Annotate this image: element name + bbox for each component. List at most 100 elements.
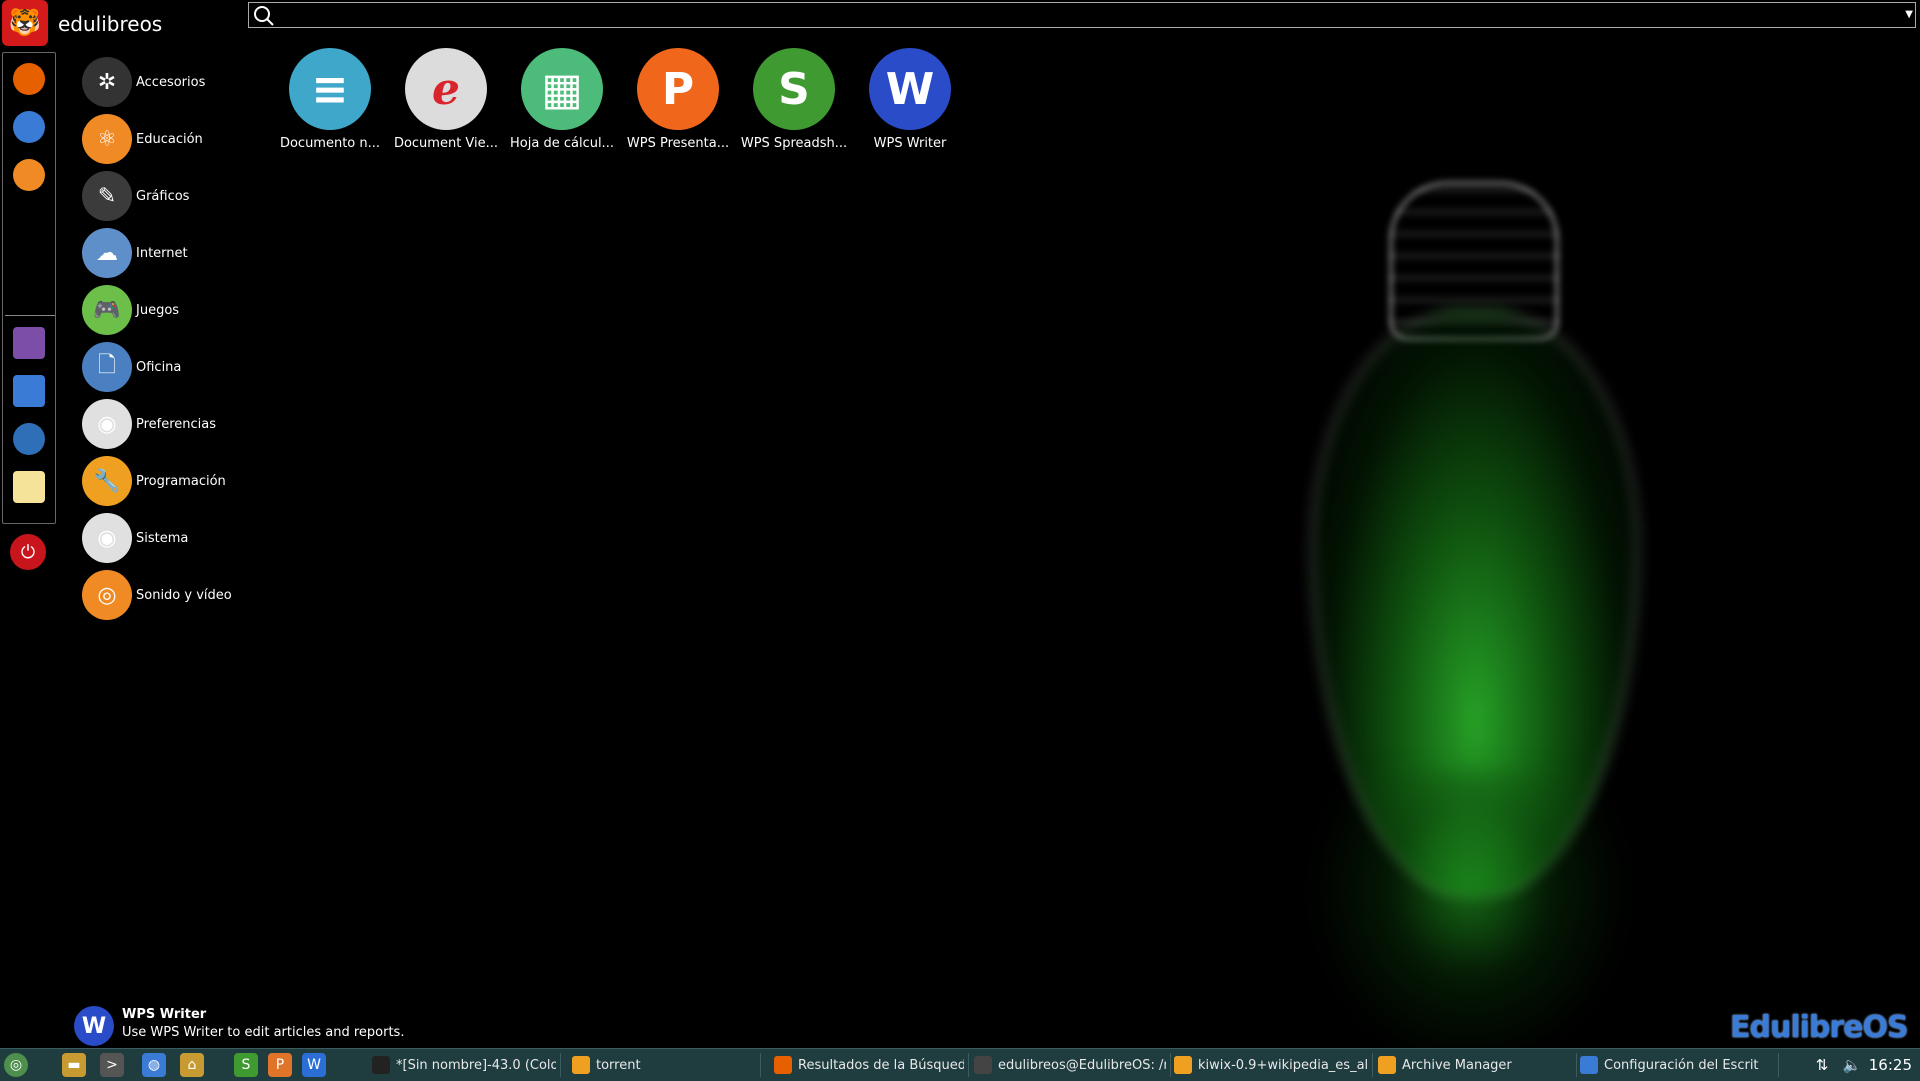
category-label: Oficina [136, 359, 182, 375]
category-item[interactable]: ◎ Sonido y vídeo [82, 569, 232, 621]
taskbar-task[interactable]: Resultados de la Búsqued [768, 1051, 964, 1079]
wps-presentation-icon: P [637, 48, 719, 130]
category-item[interactable]: ◉ Sistema [82, 512, 188, 564]
app-label: WPS Writer [873, 136, 947, 151]
taskbar-separator [560, 1053, 561, 1077]
sound-video-icon: ◎ [82, 570, 132, 620]
app-launcher[interactable]: P WPS Presenta... [623, 48, 733, 151]
system-icon: ◉ [82, 513, 132, 563]
category-item[interactable]: 🔧 Programación [82, 455, 226, 507]
desktop-icon[interactable] [13, 375, 45, 407]
distro-logo-icon[interactable]: 🐯 [2, 0, 48, 46]
taskbar-task[interactable]: *[Sin nombre]-43.0 (Color [366, 1051, 556, 1079]
volume-icon[interactable]: 🔈 [1840, 1053, 1864, 1077]
web-browser-icon[interactable]: ◍ [142, 1053, 166, 1077]
start-menu-icon[interactable]: ◎ [4, 1053, 28, 1077]
vlc-icon[interactable] [13, 159, 45, 191]
app-description-text: Use WPS Writer to edit articles and repo… [122, 1025, 405, 1040]
home-folder-icon[interactable]: ⌂ [180, 1053, 204, 1077]
app-launcher[interactable]: W WPS Writer [855, 48, 965, 151]
category-label: Educación [136, 131, 203, 147]
wallpaper-bulb [1270, 160, 1670, 1070]
category-label: Preferencias [136, 416, 217, 432]
category-label: Accesorios [136, 74, 206, 90]
taskbar-task-label: Configuración del Escrit [1604, 1057, 1759, 1073]
category-item[interactable]: ⚛ Educación [82, 113, 203, 165]
wps-spreadsheet-icon: S [753, 48, 835, 130]
text-editor-icon[interactable] [13, 471, 45, 503]
search-bar[interactable]: ▼ [248, 2, 1916, 28]
user-name: edulibreos [58, 12, 163, 36]
network-icon[interactable]: ⇅ [1810, 1053, 1834, 1077]
folder-task-icon [572, 1056, 590, 1074]
app-launcher[interactable]: ≡ Documento n... [275, 48, 385, 151]
app-label: Document Vie... [393, 136, 499, 151]
taskbar-separator [1778, 1053, 1779, 1077]
taskbar-separator [760, 1053, 761, 1077]
firefox-task-icon [774, 1056, 792, 1074]
category-label: Juegos [136, 302, 180, 318]
app-label: Documento n... [279, 136, 381, 151]
power-icon[interactable]: ⏻ [10, 534, 46, 570]
files-icon[interactable]: ▬ [62, 1053, 86, 1077]
category-item[interactable]: ☁ Internet [82, 227, 188, 279]
archive-manager-task-icon [1378, 1056, 1396, 1074]
spreadsheet-icon: ▦ [521, 48, 603, 130]
internet-icon: ☁ [82, 228, 132, 278]
search-icon [253, 5, 275, 31]
archive-task-icon [1174, 1056, 1192, 1074]
taskbar-task-label: kiwix-0.9+wikipedia_es_al [1198, 1057, 1368, 1073]
app-label: WPS Presenta... [626, 136, 730, 151]
search-input[interactable] [281, 3, 1865, 27]
wps-presentation-launcher-icon[interactable]: P [268, 1053, 292, 1077]
favorites-panel [2, 52, 56, 524]
graphics-icon: ✎ [82, 171, 132, 221]
clock[interactable]: 16:25 [1869, 1056, 1912, 1074]
wps-writer-launcher-icon[interactable]: W [302, 1053, 326, 1077]
wps-writer-description-icon: W [74, 1006, 114, 1046]
app-description-title: WPS Writer [122, 1007, 207, 1022]
wps-writer-icon: W [869, 48, 951, 130]
taskbar-task-label: Archive Manager [1402, 1057, 1512, 1073]
taskbar-task[interactable]: kiwix-0.9+wikipedia_es_al [1168, 1051, 1368, 1079]
preferences-icon: ◉ [82, 399, 132, 449]
app-launcher[interactable]: S WPS Spreadsh... [739, 48, 849, 151]
brand-logo: EdulibreOS [1730, 1010, 1909, 1045]
app-label: Hoja de cálcul... [510, 136, 614, 151]
app-label: WPS Spreadsh... [740, 136, 848, 151]
taskbar-task[interactable]: torrent [566, 1051, 756, 1079]
taskbar-task[interactable]: edulibreos@EdulibreOS: /n [968, 1051, 1166, 1079]
document-icon: ≡ [289, 48, 371, 130]
terminal-task-icon [974, 1056, 992, 1074]
taskbar-task-label: torrent [596, 1057, 641, 1073]
category-label: Internet [136, 245, 188, 261]
gimp-task-icon [372, 1056, 390, 1074]
programming-icon: 🔧 [82, 456, 132, 506]
firefox-icon[interactable] [13, 63, 45, 95]
category-item[interactable]: ✲ Accesorios [82, 56, 205, 108]
category-item[interactable]: 🗋 Oficina [82, 341, 181, 393]
education-icon: ⚛ [82, 114, 132, 164]
app-launcher[interactable]: e Document Vie... [391, 48, 501, 151]
category-item[interactable]: 🎮 Juegos [82, 284, 179, 336]
category-item[interactable]: ✎ Gráficos [82, 170, 189, 222]
taskbar-task-label: edulibreos@EdulibreOS: /n [998, 1057, 1166, 1073]
category-label: Programación [136, 473, 226, 489]
taskbar-task-label: *[Sin nombre]-43.0 (Color [396, 1057, 556, 1073]
office-icon: 🗋 [82, 342, 132, 392]
category-item[interactable]: ◉ Preferencias [82, 398, 216, 450]
taskbar: ◎ ▬ > ◍ ⌂ S P W *[Sin nombre]-43.0 (Color torren… [0, 1048, 1920, 1081]
taskbar-task[interactable]: Archive Manager [1372, 1051, 1572, 1079]
taskbar-task[interactable]: Configuración del Escrit [1574, 1051, 1774, 1079]
accessories-icon: ✲ [82, 57, 132, 107]
media-player-icon[interactable] [13, 423, 45, 455]
settings-icon[interactable] [13, 327, 45, 359]
app-launcher[interactable]: ▦ Hoja de cálcul... [507, 48, 617, 151]
games-icon: 🎮 [82, 285, 132, 335]
thunderbird-icon[interactable] [13, 111, 45, 143]
chevron-down-icon[interactable]: ▼ [1905, 9, 1913, 20]
category-label: Sonido y vídeo [136, 587, 232, 603]
terminal-icon[interactable]: > [100, 1053, 124, 1077]
wps-spreadsheet-launcher-icon[interactable]: S [234, 1053, 258, 1077]
favorites-divider [5, 315, 55, 316]
